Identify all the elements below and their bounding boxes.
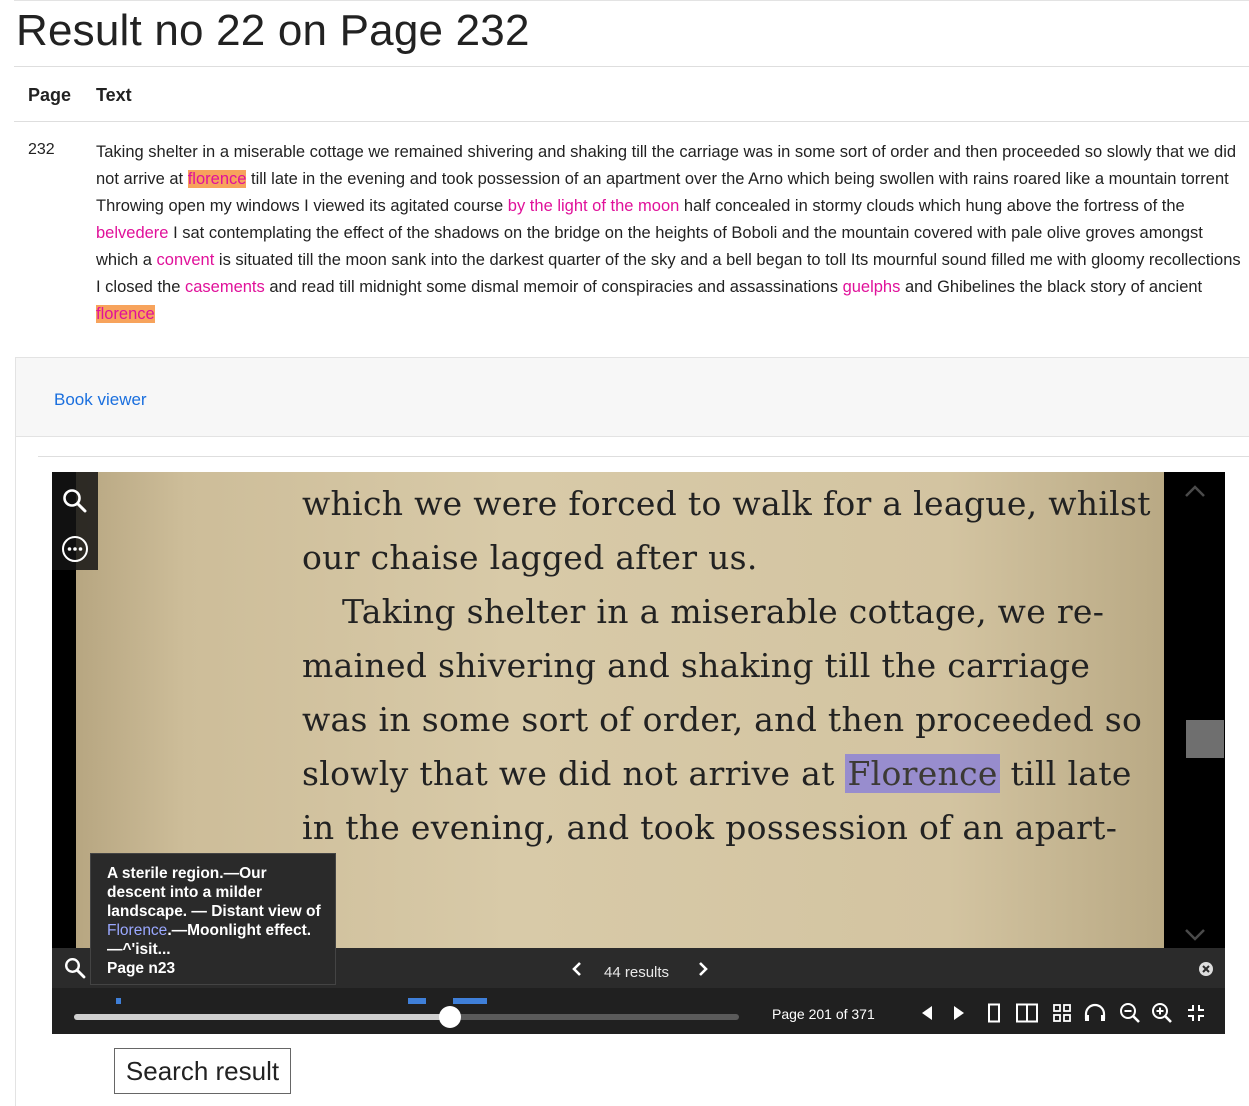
scan-text-line: was in some sort of order, and then proc…	[302, 700, 1143, 739]
highlight-term: by the light of the moon	[507, 197, 680, 215]
search-hit-marker[interactable]	[408, 998, 426, 1004]
search-hit-tooltip: A sterile region.—Our descent into a mil…	[90, 853, 336, 985]
more-options-icon[interactable]	[61, 535, 89, 563]
highlight-match: florence	[96, 305, 155, 323]
next-result-icon[interactable]	[694, 960, 712, 978]
tooltip-text-start: A sterile region.—Our descent into a mil…	[107, 865, 321, 920]
card-header: Book viewer	[16, 358, 1249, 437]
scan-text-line: slowly that we did not arrive at Florenc…	[302, 754, 1132, 793]
one-page-view-icon[interactable]	[984, 1002, 1004, 1024]
scan-text-line: our chaise lagged after us.	[302, 538, 758, 577]
book-viewer-link[interactable]: Book viewer	[54, 390, 147, 410]
highlight-match: florence	[187, 170, 247, 188]
exit-fullscreen-icon[interactable]	[1184, 1002, 1208, 1024]
scan-text-line: in the evening, and took possession of a…	[302, 808, 1118, 847]
zoom-in-icon[interactable]	[1150, 1002, 1174, 1024]
page-indicator: Page 201 of 371	[772, 1006, 875, 1022]
two-page-view-icon[interactable]	[1014, 1002, 1040, 1024]
tooltip-page: Page n23	[107, 960, 176, 977]
column-header-text: Text	[96, 85, 132, 105]
scan-text-line: Taking shelter in a miserable cottage, w…	[342, 592, 1105, 631]
search-results-count: 44 results	[604, 964, 670, 981]
column-header-page: Page	[28, 85, 72, 105]
zoom-out-icon[interactable]	[1118, 1002, 1142, 1024]
viewer-control-bar: Page 201 of 371	[52, 988, 1225, 1034]
scan-text-line: mained shivering and shaking till the ca…	[302, 646, 1091, 685]
viewer-side-toolbar	[52, 472, 98, 570]
title-divider	[14, 66, 1249, 67]
close-search-icon[interactable]	[1198, 961, 1214, 977]
highlight-term: convent	[156, 251, 215, 269]
previous-result-icon[interactable]	[568, 960, 586, 978]
search-result-button[interactable]: Search result	[114, 1048, 291, 1094]
chevron-up-icon[interactable]	[1184, 480, 1206, 502]
previous-page-icon[interactable]	[918, 1004, 936, 1022]
text-segment: and Ghibelines the black story of ancien…	[900, 278, 1203, 296]
top-divider	[14, 0, 1249, 4]
search-icon[interactable]	[62, 488, 88, 514]
search-hit-marker[interactable]	[116, 998, 121, 1004]
page-title: Result no 22 on Page 232	[16, 6, 530, 55]
page-slider-handle[interactable]	[439, 1006, 461, 1028]
chevron-down-icon[interactable]	[1184, 924, 1206, 946]
page-slider-fill	[74, 1014, 450, 1020]
scan-search-highlight: Florence	[845, 754, 1000, 793]
result-text: Taking shelter in a miserable cottage we…	[96, 139, 1242, 328]
result-page-number: 232	[28, 141, 55, 158]
read-aloud-icon[interactable]	[1082, 1002, 1108, 1024]
text-segment: and read till midnight some dismal memoi…	[264, 278, 843, 296]
search-icon[interactable]	[64, 957, 86, 979]
search-hit-marker[interactable]	[453, 998, 487, 1004]
scrollbar-thumb[interactable]	[1186, 720, 1224, 758]
highlight-term: casements	[184, 278, 265, 296]
scan-text: till late	[999, 754, 1132, 793]
scan-text-line: which we were forced to walk for a leagu…	[302, 484, 1151, 523]
thumbnail-view-icon[interactable]	[1050, 1002, 1074, 1024]
highlight-term: belvedere	[96, 224, 169, 242]
tooltip-match: Florence	[107, 922, 168, 939]
highlight-term: guelphs	[842, 278, 901, 296]
text-segment: half concealed in stormy clouds which hu…	[679, 197, 1185, 215]
next-page-icon[interactable]	[950, 1004, 968, 1022]
header-divider	[14, 121, 1249, 122]
card-divider	[38, 456, 1249, 457]
scan-text: slowly that we did not arrive at	[302, 754, 846, 793]
page-slider[interactable]	[74, 1006, 739, 1028]
page-scrollbar[interactable]	[1164, 472, 1225, 948]
